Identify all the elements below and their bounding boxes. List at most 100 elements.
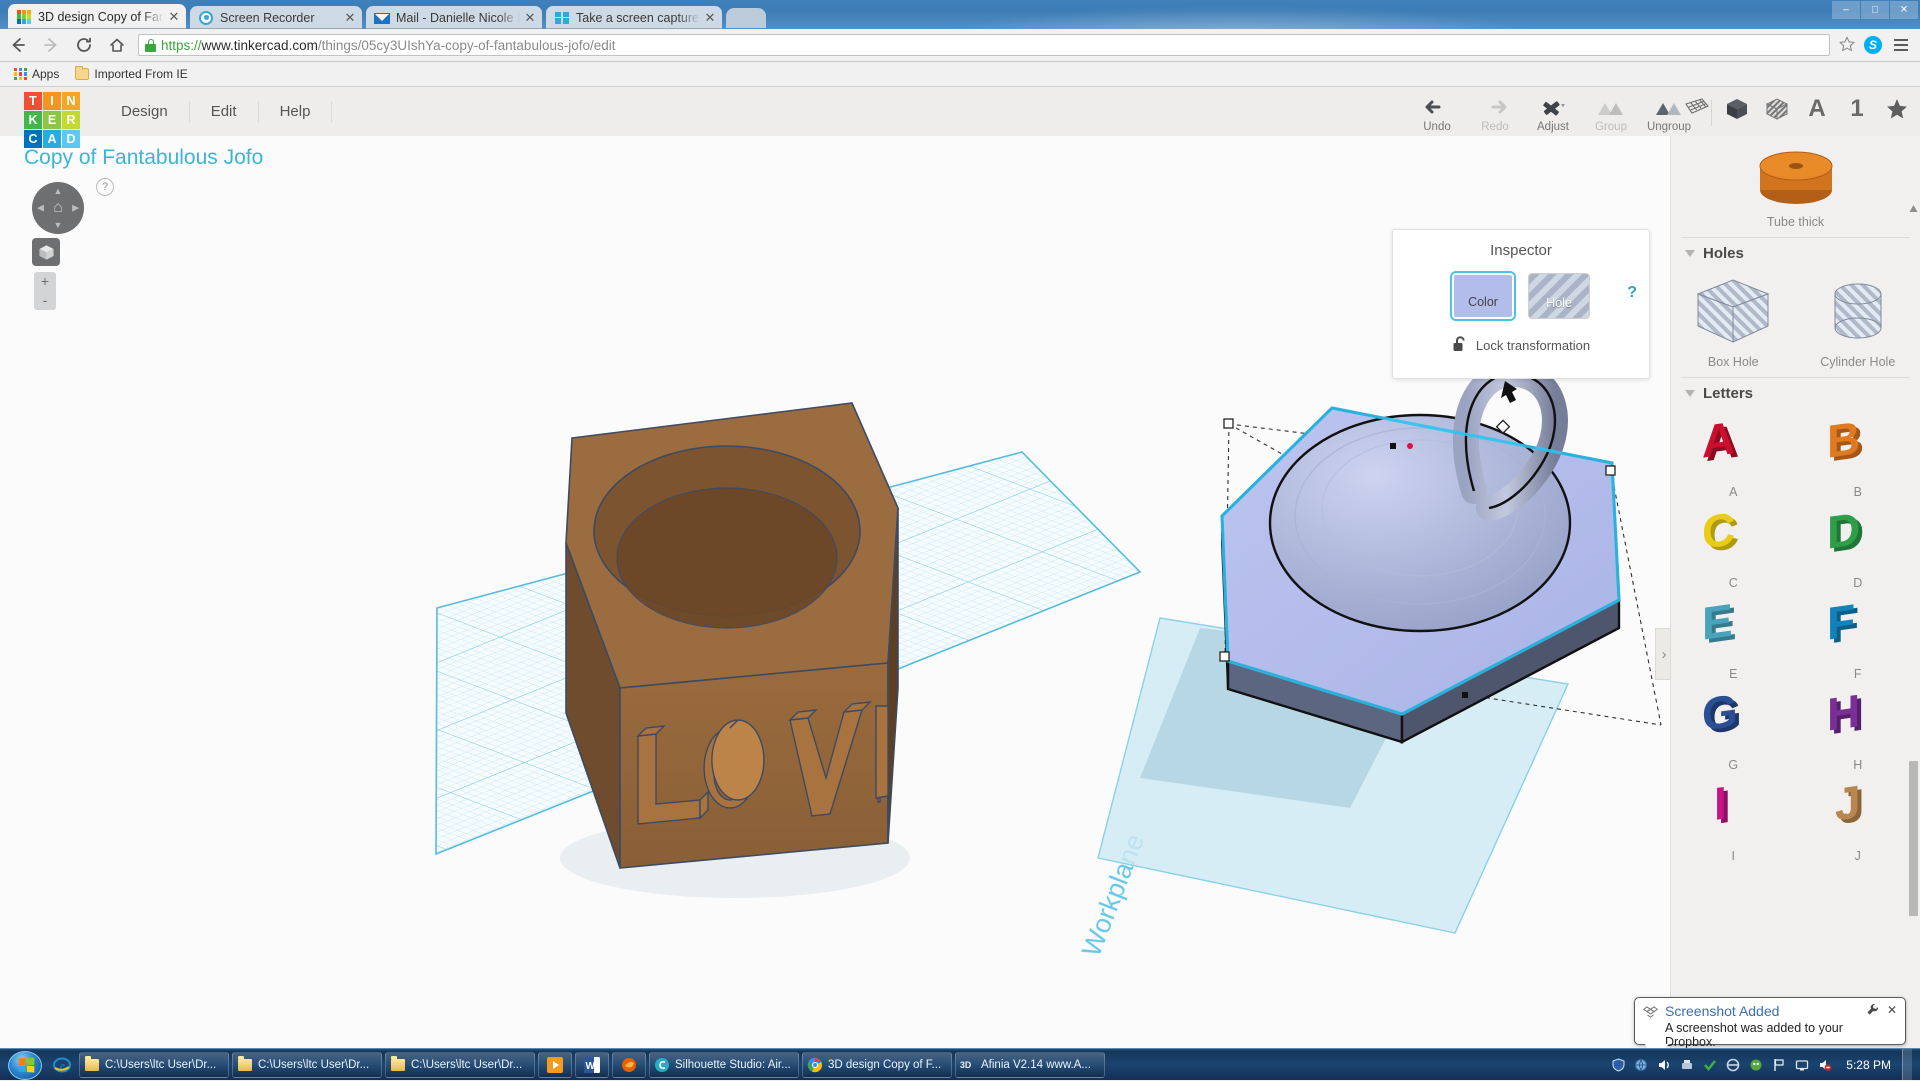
tinkercad-logo[interactable]: T I N K E R C A D (24, 92, 80, 148)
bookmark-apps[interactable]: Apps (8, 65, 65, 83)
taskbar-button-4[interactable]: W (575, 1052, 609, 1078)
shield-icon[interactable] (1610, 1057, 1626, 1073)
browser-tab-2[interactable]: Mail - Danielle Nicole Ing ✕ (366, 6, 542, 29)
taskbar-clock[interactable]: 5:28 PM (1846, 1058, 1891, 1072)
adjust-button[interactable]: Adjust (1524, 92, 1582, 133)
tinkercad-menubar: Design Edit Help (100, 88, 332, 136)
shapes-panel-scrollbar[interactable] (1909, 761, 1918, 916)
lock-transformation-row[interactable]: Lock transformation (1393, 335, 1649, 356)
home-icon[interactable] (102, 31, 132, 59)
taskbar-button-3[interactable] (538, 1052, 572, 1078)
menu-help[interactable]: Help (259, 101, 333, 123)
fit-view-cube-icon[interactable] (32, 238, 60, 266)
redo-button[interactable]: Redo (1466, 92, 1524, 133)
menu-edit[interactable]: Edit (190, 101, 259, 123)
pan-left-icon[interactable]: ◀ (37, 203, 44, 214)
printer-icon[interactable] (1679, 1057, 1695, 1073)
forward-arrow-icon[interactable] (36, 31, 66, 59)
menu-design[interactable]: Design (100, 101, 190, 123)
window-controls: – □ ✕ (1832, 1, 1918, 19)
shape-box-hole[interactable]: Box Hole (1671, 268, 1796, 369)
number-1-icon[interactable]: 1 (1844, 96, 1870, 122)
new-tab-button[interactable] (726, 8, 766, 28)
shape-letter-b[interactable]: B B B (1796, 408, 1920, 499)
minimize-button[interactable]: – (1832, 1, 1860, 19)
cube-icon[interactable] (1724, 96, 1750, 122)
page-title[interactable]: Copy of Fantabulous Jofo (24, 146, 263, 170)
maximize-button[interactable]: □ (1861, 1, 1889, 19)
bookmark-imported-from-ie[interactable]: Imported From IE (69, 65, 193, 83)
color-swatch-button[interactable]: Color (1452, 273, 1514, 319)
hole-cube-icon[interactable] (1764, 96, 1790, 122)
pan-up-icon[interactable]: ▲ (54, 186, 63, 196)
antivirus-icon[interactable] (1748, 1057, 1764, 1073)
taskbar-button-2[interactable]: C:\Users\ltc User\Dr... (385, 1052, 535, 1078)
network-icon[interactable] (1633, 1057, 1649, 1073)
taskbar-button-7[interactable]: 3D design Copy of F... (802, 1052, 952, 1078)
windows-start-orb[interactable] (2, 1050, 48, 1080)
address-bar[interactable]: https://www.tinkercad.com/things/05cy3UI… (138, 34, 1830, 56)
shape-letter-e[interactable]: E E E (1671, 590, 1796, 681)
section-header-letters[interactable]: Letters (1671, 378, 1920, 408)
tab-close-button[interactable]: ✕ (342, 10, 358, 26)
svg-text:F: F (1827, 596, 1855, 650)
pan-right-icon[interactable]: ▶ (72, 203, 79, 214)
taskbar-button-6[interactable]: Silhouette Studio: Air... (649, 1052, 799, 1078)
internet-explorer-icon[interactable]: e (48, 1051, 76, 1079)
shape-label: Tube thick (1671, 215, 1920, 229)
volume-icon[interactable] (1656, 1057, 1672, 1073)
shape-letter-d[interactable]: D D D (1796, 499, 1920, 590)
shape-tube-thick[interactable]: Tube thick (1671, 136, 1920, 229)
flag-icon[interactable] (1771, 1057, 1787, 1073)
view-pan-pad[interactable]: ▲ ▼ ◀ ▶ ⌂ (32, 182, 84, 234)
dropbox-icon (1643, 1006, 1658, 1023)
back-arrow-icon[interactable] (3, 31, 33, 59)
browser-tab-3[interactable]: Take a screen capture (pri ✕ (546, 6, 722, 29)
show-desktop-button[interactable] (1902, 1049, 1912, 1081)
display-icon[interactable] (1794, 1057, 1810, 1073)
shape-letter-a[interactable]: A A A (1671, 408, 1796, 499)
bookmark-star-icon[interactable] (1838, 35, 1858, 55)
shape-letter-c[interactable]: C C C (1671, 499, 1796, 590)
zoom-out-button[interactable]: - (34, 291, 56, 310)
undo-button[interactable]: Undo (1408, 92, 1466, 133)
check-icon[interactable] (1702, 1057, 1718, 1073)
reload-icon[interactable] (69, 31, 99, 59)
tab-close-button[interactable]: ✕ (702, 10, 718, 26)
browser-tab-0[interactable]: 3D design Copy of Fantab ✕ (8, 4, 186, 29)
taskbar-button-8[interactable]: 3D Afinia V2.14 www.A... (955, 1052, 1105, 1078)
sync-icon[interactable] (1725, 1057, 1741, 1073)
shape-letter-h[interactable]: H H H (1796, 681, 1920, 772)
taskbar-button-1[interactable]: C:\Users\ltc User\Dr... (232, 1052, 382, 1078)
tab-close-button[interactable]: ✕ (522, 10, 538, 26)
chrome-menu-icon[interactable] (1888, 32, 1914, 58)
mute-icon[interactable] (1817, 1057, 1833, 1073)
workplane-grid-icon[interactable] (1684, 96, 1710, 122)
shape-cylinder-hole[interactable]: Cylinder Hole (1796, 268, 1920, 369)
home-view-icon[interactable]: ⌂ (53, 199, 63, 217)
chrome-icon (807, 1057, 823, 1073)
group-button[interactable]: Group (1582, 92, 1640, 133)
skype-icon[interactable]: S (1864, 36, 1882, 54)
shape-letter-g[interactable]: G G G (1671, 681, 1796, 772)
zoom-in-button[interactable]: + (34, 272, 56, 291)
shape-letter-f[interactable]: F F F (1796, 590, 1920, 681)
tab-close-button[interactable]: ✕ (166, 9, 182, 25)
help-hint-icon[interactable]: ? (96, 178, 114, 196)
pan-down-icon[interactable]: ▼ (54, 220, 63, 230)
wrench-icon[interactable] (1866, 1003, 1879, 1019)
taskbar-button-0[interactable]: C:\Users\ltc User\Dr... (79, 1052, 229, 1078)
letter-a-icon[interactable]: A (1804, 96, 1830, 122)
taskbar-button-5[interactable] (612, 1052, 646, 1078)
browser-tab-1[interactable]: Screen Recorder ✕ (190, 6, 362, 29)
close-x-icon[interactable]: ✕ (1887, 1003, 1897, 1019)
shape-letter-j[interactable]: J J J (1796, 772, 1920, 863)
shape-letter-i[interactable]: I I I (1671, 772, 1796, 863)
hole-swatch-button[interactable]: Hole (1528, 273, 1590, 319)
scroll-up-arrow[interactable] (1909, 200, 1918, 224)
media-player-icon (547, 1057, 563, 1073)
section-header-holes[interactable]: Holes (1671, 238, 1920, 268)
inspector-help-icon[interactable]: ? (1627, 284, 1637, 302)
star-icon[interactable] (1884, 96, 1910, 122)
close-button[interactable]: ✕ (1890, 1, 1918, 19)
